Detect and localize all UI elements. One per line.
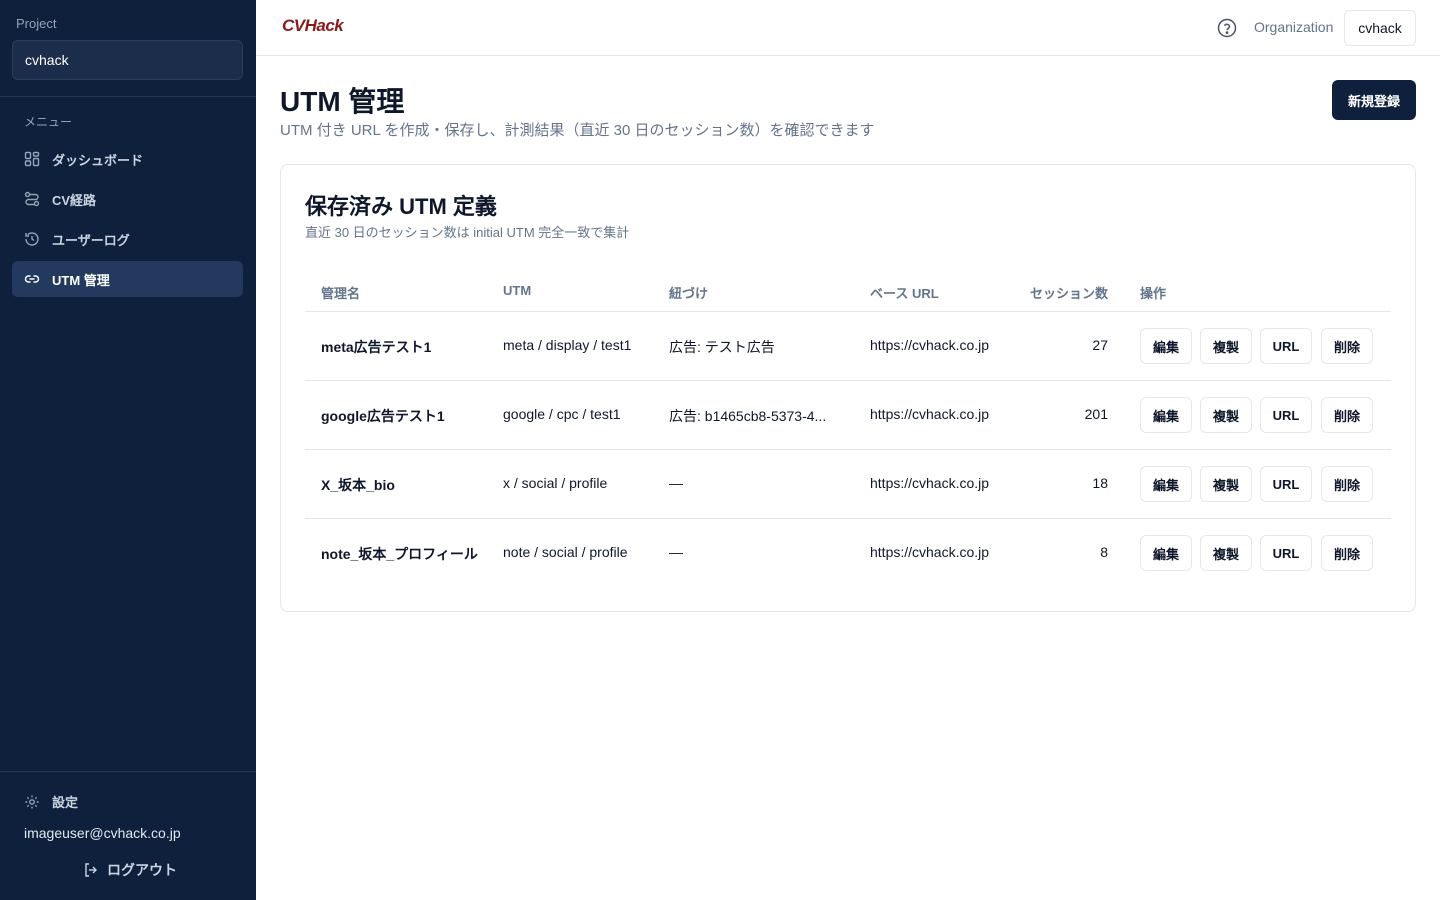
row-name: meta広告テスト1 [321,339,432,355]
sidebar: Project cvhack メニュー ダッシュボード CV経路 ユーザーログ … [0,0,256,900]
sidebar-divider [0,96,256,97]
row-sessions: 27 [1092,337,1108,353]
sidebar-item-label: ユーザーログ [52,232,130,248]
row-name: X_坂本_bio [321,477,395,493]
row-base-url: https://cvhack.co.jp [870,544,990,560]
edit-button[interactable]: 編集 [1140,397,1192,433]
row-sessions: 18 [1092,475,1108,491]
menu-label: メニュー [24,115,73,129]
sidebar-divider [0,771,256,772]
row-link: 広告: テスト広告 [669,339,775,355]
sidebar-item-label: ダッシュボード [52,152,144,168]
route-icon [24,191,40,207]
url-button[interactable]: URL [1260,466,1312,502]
row-name: note_坂本_プロフィール [321,546,478,562]
row-link: — [669,544,683,560]
top-header: CVHack Organization cvhack [256,0,1440,56]
row-sessions: 8 [1100,544,1108,560]
duplicate-button[interactable]: 複製 [1200,535,1252,571]
dashboard-grid-icon [24,151,40,167]
organization-select[interactable]: cvhack [1344,10,1416,46]
delete-button[interactable]: 削除 [1321,328,1373,364]
delete-button[interactable]: 削除 [1321,397,1373,433]
delete-button[interactable]: 削除 [1321,535,1373,571]
link-icon [24,271,40,287]
row-base-url: https://cvhack.co.jp [870,337,990,353]
row-link: 広告: b1465cb8-5373-4... [669,408,827,424]
row-utm: meta / display / test1 [503,337,632,353]
row-utm: google / cpc / test1 [503,406,621,422]
settings-link[interactable]: 設定 [24,792,78,811]
column-header-link: 紐づけ [669,286,709,301]
sidebar-item-cv-route[interactable]: CV経路 [12,181,243,217]
row-base-url: https://cvhack.co.jp [870,475,990,491]
sidebar-item-user-log[interactable]: ユーザーログ [12,221,243,257]
logout-button[interactable]: ログアウト [83,860,177,880]
logout-label: ログアウト [107,862,177,878]
project-select[interactable]: cvhack [12,40,243,80]
row-sessions: 201 [1084,406,1108,422]
column-header-base-url: ベース URL [870,286,939,301]
card-title: 保存済み UTM 定義 [305,194,497,219]
column-header-name: 管理名 [321,286,361,301]
gear-icon [24,794,40,810]
duplicate-button[interactable]: 複製 [1200,328,1252,364]
column-header-sessions: セッション数 [1029,286,1108,301]
edit-button[interactable]: 編集 [1140,466,1192,502]
url-button[interactable]: URL [1260,397,1312,433]
sidebar-item-dashboard[interactable]: ダッシュボード [12,141,243,177]
settings-label: 設定 [52,795,79,810]
duplicate-button[interactable]: 複製 [1200,397,1252,433]
row-utm: note / social / profile [503,544,628,560]
card-subtitle: 直近 30 日のセッション数は initial UTM 完全一致で集計 [305,225,630,240]
cvhack-logo[interactable]: CVHack [282,16,344,36]
sidebar-item-utm[interactable]: UTM 管理 [12,261,243,297]
url-button[interactable]: URL [1260,535,1312,571]
help-icon[interactable] [1217,18,1237,38]
organization-label: Organization [1254,19,1334,35]
row-utm: x / social / profile [503,475,608,491]
sidebar-item-label: CV経路 [52,192,97,208]
table-row: X_坂本_bio x / social / profile — https://… [305,450,1391,519]
new-registration-button[interactable]: 新規登録 [1332,80,1416,120]
table-header: 管理名 UTM 紐づけ ベース URL セッション数 操作 [305,269,1391,312]
history-icon [24,231,40,247]
table-row: meta広告テスト1 meta / display / test1 広告: テス… [305,312,1391,381]
user-email: imageuser@cvhack.co.jp [24,825,181,841]
saved-utm-card: 保存済み UTM 定義 直近 30 日のセッション数は initial UTM … [280,164,1416,612]
page-subtitle: UTM 付き URL を作成・保存し、計測結果（直近 30 日のセッション数）を… [280,122,875,139]
row-link: — [669,475,683,491]
row-name: google広告テスト1 [321,408,445,424]
edit-button[interactable]: 編集 [1140,328,1192,364]
duplicate-button[interactable]: 複製 [1200,466,1252,502]
edit-button[interactable]: 編集 [1140,535,1192,571]
delete-button[interactable]: 削除 [1321,466,1373,502]
table-row: google広告テスト1 google / cpc / test1 広告: b1… [305,381,1391,450]
row-base-url: https://cvhack.co.jp [870,406,990,422]
page-title: UTM 管理 [280,86,405,117]
column-header-actions: 操作 [1140,286,1167,301]
logout-icon [83,862,99,878]
table-row: note_坂本_プロフィール note / social / profile —… [305,519,1391,588]
url-button[interactable]: URL [1260,328,1312,364]
sidebar-item-label: UTM 管理 [52,272,110,288]
project-label: Project [16,16,57,31]
column-header-utm: UTM [503,283,532,298]
